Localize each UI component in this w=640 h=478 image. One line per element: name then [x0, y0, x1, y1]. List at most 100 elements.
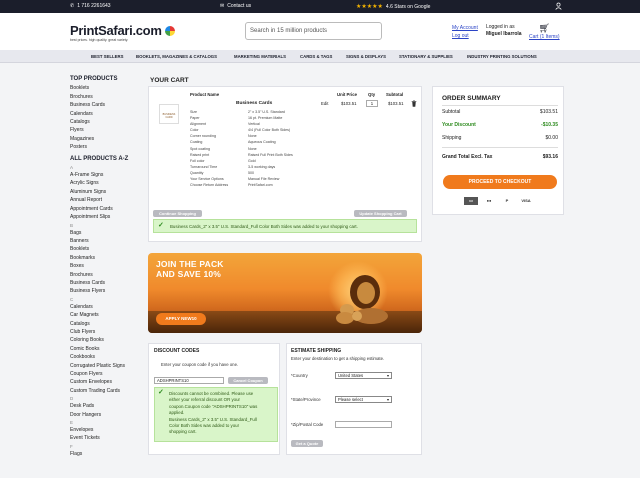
promo-banner[interactable]: JOIN THE PACK AND SAVE 10% APPLY NEW10	[148, 253, 422, 333]
sidebar-item[interactable]: A-Frame Signs	[70, 171, 142, 179]
continue-shopping-button[interactable]: Continue Shopping	[153, 210, 202, 217]
sidebar-item[interactable]: Appointment Cards	[70, 205, 142, 213]
col-qty-header: Qty	[368, 92, 376, 97]
site-logo[interactable]: PrintSafari.com best prices. high qualit…	[70, 23, 175, 42]
state-label: *State/Province	[291, 397, 321, 402]
nav-item-best-sellers[interactable]: BEST SELLERS	[91, 54, 123, 59]
summary-shipping-row: Shipping $0.00	[442, 135, 558, 141]
sidebar-item[interactable]: Banners	[70, 237, 142, 245]
sidebar-item[interactable]: Catalogs	[70, 320, 142, 328]
header-cart[interactable]: 🛒︎ Cart (1 Items)	[529, 23, 560, 40]
letter-heading: B	[70, 222, 74, 228]
check-icon: ✓	[158, 389, 164, 396]
proceed-to-checkout-button[interactable]: PROCEED TO CHECKOUT	[443, 175, 557, 189]
user-icon[interactable]	[555, 2, 562, 12]
divider	[442, 147, 558, 148]
sidebar-item[interactable]: Flyers	[70, 126, 142, 134]
google-rating[interactable]: ★★★★★ 4.6 Stars on Google	[356, 3, 430, 11]
state-select[interactable]: Please select	[335, 396, 392, 403]
sidebar-item[interactable]: Boxes	[70, 262, 142, 270]
update-cart-button[interactable]: Update Shopping Cart	[354, 210, 407, 217]
card-icon: ▭	[464, 197, 478, 205]
discount-heading: DISCOUNT CODES	[154, 348, 200, 354]
coupon-code-input[interactable]: ADSHPRINTS10	[154, 377, 224, 384]
sidebar-item[interactable]: Booklets	[70, 84, 142, 92]
top-bar: ✆ 1 716 2261643 ✉ Contact us ★★★★★ 4.6 S…	[0, 0, 640, 13]
country-label: *Country	[291, 373, 308, 378]
sidebar-item[interactable]: Coloring Books	[70, 336, 142, 344]
sidebar-item[interactable]: Coupon Flyers	[70, 370, 142, 378]
spec-row: Choose Return Address PrintSafari.com	[190, 183, 273, 188]
nav-item-marketing[interactable]: MARKETING MATERIALS	[234, 54, 286, 59]
sidebar-item[interactable]: Acrylic Signs	[70, 179, 142, 187]
search-input[interactable]: Search in 15 million products	[245, 22, 382, 40]
contact-link[interactable]: ✉ Contact us	[220, 3, 251, 9]
sidebar-item[interactable]: Business Flyers	[70, 287, 142, 295]
logout-link[interactable]: Log out	[452, 32, 478, 40]
nav-item-signs[interactable]: SIGNS & DISPLAYS	[346, 54, 386, 59]
letter-heading: C	[70, 296, 74, 302]
page-title: YOUR CART	[150, 77, 189, 84]
nav-item-industry[interactable]: INDUSTRY PRINTING SOLUTIONS	[467, 54, 537, 59]
sidebar-item[interactable]: Business Cards	[70, 279, 142, 287]
unit-price: $103.51	[341, 101, 357, 106]
sidebar: TOP PRODUCTS Booklets Brochures Business…	[70, 75, 142, 458]
sidebar-item[interactable]: Flags	[70, 450, 142, 458]
sidebar-item[interactable]: Comic Books	[70, 345, 142, 353]
sidebar-item[interactable]: Custom Trading Cards	[70, 387, 142, 395]
shipping-heading: ESTIMATE SHIPPING	[291, 348, 342, 354]
country-select[interactable]: United States	[335, 372, 392, 379]
sidebar-item[interactable]: Cookbooks	[70, 353, 142, 361]
product-thumbnail[interactable]: BUSINESS CARD	[159, 104, 179, 124]
sidebar-item[interactable]: Posters	[70, 143, 142, 151]
sidebar-item[interactable]: Calendars	[70, 303, 142, 311]
sidebar-item[interactable]: Car Magnets	[70, 311, 142, 319]
mail-icon: ✉	[220, 3, 225, 9]
sidebar-item[interactable]: Calendars	[70, 110, 142, 118]
sidebar-item[interactable]: Desk Pads	[70, 402, 142, 410]
summary-discount-row: Your Discount -$10.35	[442, 122, 558, 128]
sidebar-item[interactable]: Booklets	[70, 245, 142, 253]
cancel-coupon-button[interactable]: Cancel Coupon	[228, 377, 268, 384]
sidebar-item[interactable]: Corrugated Plastic Signs	[70, 362, 142, 370]
edit-item-link[interactable]: Edit	[321, 101, 328, 106]
user-name: Miguel Ibarrola	[486, 31, 522, 37]
sidebar-item[interactable]: Envelopes	[70, 426, 142, 434]
phone-link[interactable]: ✆ 1 716 2261643	[70, 3, 111, 9]
sidebar-item[interactable]: Annual Report	[70, 196, 142, 204]
sidebar-item[interactable]: Brochures	[70, 271, 142, 279]
sidebar-item[interactable]: Aluminum Signs	[70, 188, 142, 196]
zip-input[interactable]	[335, 421, 392, 428]
col-subtotal-header: Subtotal	[386, 92, 404, 97]
sidebar-item[interactable]: Bags	[70, 229, 142, 237]
my-account-link[interactable]: My Account	[452, 24, 478, 32]
nav-item-stationary[interactable]: STATIONARY & SUPPLIES	[399, 54, 453, 59]
nav-item-cards-tags[interactable]: CARDS & TAGS	[300, 54, 332, 59]
nav-item-booklets[interactable]: BOOKLETS, MAGAZINES & CATALOGS	[136, 54, 217, 59]
summary-subtotal-row: Subtotal $103.51	[442, 109, 558, 115]
sidebar-item[interactable]: Catalogs	[70, 118, 142, 126]
col-product-header: Product Name	[190, 92, 220, 97]
apply-promo-button[interactable]: APPLY NEW10	[156, 313, 206, 325]
sidebar-item[interactable]: Brochures	[70, 93, 142, 101]
sidebar-item[interactable]: Bookmarks	[70, 254, 142, 262]
get-quote-button[interactable]: Get a Quote	[291, 440, 323, 447]
paypal-icon: P	[505, 198, 509, 203]
phone-icon: ✆	[70, 3, 75, 9]
main-nav: BEST SELLERS BOOKLETS, MAGAZINES & CATAL…	[0, 50, 640, 63]
sidebar-item[interactable]: Custom Envelopes	[70, 378, 142, 386]
sidebar-item[interactable]: Event Tickets	[70, 434, 142, 442]
check-icon: ✓	[158, 222, 164, 229]
cart-icon: 🛒︎	[538, 23, 550, 33]
sidebar-item[interactable]: Magazines	[70, 135, 142, 143]
quantity-input[interactable]: 1	[366, 100, 378, 107]
sidebar-item[interactable]: Door Hangers	[70, 411, 142, 419]
sidebar-item[interactable]: Club Flyers	[70, 328, 142, 336]
visa-icon: VISA	[521, 198, 531, 203]
coupon-notice: ✓ Discounts cannot be combined. Please u…	[154, 387, 278, 442]
sidebar-item[interactable]: Business Cards	[70, 101, 142, 109]
trash-icon[interactable]	[411, 100, 417, 109]
summary-grand-total-row: Grand Total Excl. Tax $93.16	[442, 154, 558, 160]
logo-color-wheel-icon	[164, 26, 175, 36]
sidebar-item[interactable]: Appointment Slips	[70, 213, 142, 221]
